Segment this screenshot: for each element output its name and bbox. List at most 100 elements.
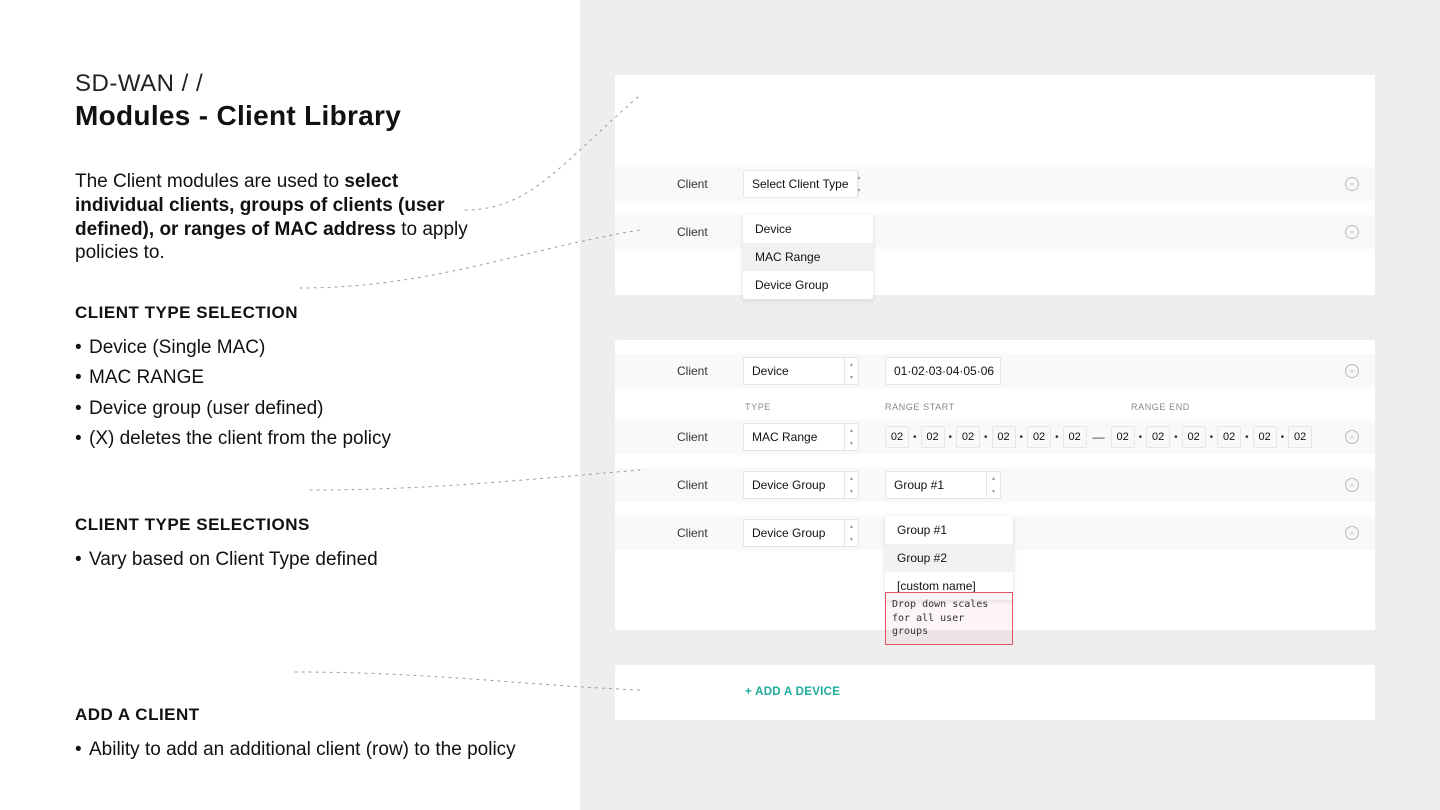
client-type-select[interactable]: Device Group ▴▾ bbox=[743, 471, 859, 499]
column-header-range-end: RANGE END bbox=[1131, 402, 1190, 412]
dot-sep: • bbox=[1245, 432, 1249, 443]
delete-client-button[interactable] bbox=[1345, 478, 1359, 492]
client-type-dropdown[interactable]: Device MAC Range Device Group bbox=[743, 215, 873, 299]
mac-octet-input[interactable]: 02 bbox=[1063, 426, 1087, 448]
chevron-up-icon: ▴ bbox=[845, 424, 858, 437]
section-heading-add-client: ADD A CLIENT bbox=[75, 705, 540, 725]
dot-sep: • bbox=[913, 432, 917, 443]
chevron-up-icon: ▴ bbox=[987, 472, 1000, 485]
mac-octet-input[interactable]: 02 bbox=[1146, 426, 1170, 448]
field-label: Client bbox=[615, 225, 735, 239]
intro-text: The Client modules are used to select in… bbox=[75, 170, 475, 265]
list-item: Ability to add an additional client (row… bbox=[75, 735, 540, 765]
dot-sep: • bbox=[1139, 432, 1143, 443]
column-header-range-start: RANGE START bbox=[885, 402, 955, 412]
chevron-down-icon: ▾ bbox=[987, 485, 1000, 498]
type-selections-list: Vary based on Client Type defined bbox=[75, 545, 540, 575]
field-label: Client bbox=[615, 364, 735, 378]
mac-octet-input[interactable]: 02 bbox=[1027, 426, 1051, 448]
mac-input[interactable]: 01·02·03·04·05·06 bbox=[885, 357, 1001, 385]
field-label: Client bbox=[615, 526, 735, 540]
page-title: Modules - Client Library bbox=[75, 100, 540, 132]
chevron-up-icon: ▴ bbox=[845, 520, 858, 533]
dropdown-item[interactable]: Device Group bbox=[743, 271, 873, 299]
annotation-note: Drop down scales for all user groups bbox=[885, 592, 1013, 645]
client-row: Client Select Client Type ▴▾ bbox=[615, 167, 1375, 201]
field-label: Client bbox=[615, 430, 735, 444]
dropdown-item[interactable]: Device bbox=[743, 215, 873, 243]
group-dropdown[interactable]: Group #1 Group #2 [custom name] bbox=[885, 516, 1013, 600]
group-select[interactable]: Group #1 ▴▾ bbox=[885, 471, 1001, 499]
chevron-down-icon: ▾ bbox=[845, 437, 858, 450]
dot-sep: • bbox=[1174, 432, 1178, 443]
panel-client-type-selection: Client Select Client Type ▴▾ Client Devi… bbox=[615, 75, 1375, 295]
type-selection-list: Device (Single MAC) MAC RANGE Device gro… bbox=[75, 333, 540, 455]
client-row-mac-range: Client MAC Range ▴▾ 02• 02• 02• 02• 02• … bbox=[615, 420, 1375, 454]
panel-client-type-examples: Client Device ▴▾ 01·02·03·04·05·06 TYPE … bbox=[615, 340, 1375, 630]
mac-octet-input[interactable]: 02 bbox=[1111, 426, 1135, 448]
intro-pre: The Client modules are used to bbox=[75, 171, 344, 192]
add-client-list: Ability to add an additional client (row… bbox=[75, 735, 540, 765]
mac-range-start-group: 02• 02• 02• 02• 02• 02 — 02• 02• 02• 02•… bbox=[885, 426, 1312, 448]
dot-sep: • bbox=[1210, 432, 1214, 443]
range-separator: — bbox=[1093, 430, 1105, 444]
dot-sep: • bbox=[949, 432, 953, 443]
client-type-select[interactable]: Select Client Type ▴▾ bbox=[743, 170, 859, 198]
client-type-select[interactable]: Device ▴▾ bbox=[743, 357, 859, 385]
add-device-button[interactable]: + ADD A DEVICE bbox=[745, 686, 840, 698]
dropdown-item[interactable]: MAC Range bbox=[743, 243, 873, 271]
chevron-up-icon: ▴ bbox=[845, 358, 858, 371]
mac-octet-input[interactable]: 02 bbox=[1217, 426, 1241, 448]
mac-octet-input[interactable]: 02 bbox=[1182, 426, 1206, 448]
mac-octet-input[interactable]: 02 bbox=[1288, 426, 1312, 448]
column-header-type: TYPE bbox=[745, 402, 771, 412]
select-value: Group #1 bbox=[886, 478, 986, 492]
client-row: Client Device MAC Range Device Group bbox=[615, 215, 1375, 249]
select-stepper[interactable]: ▴▾ bbox=[844, 472, 858, 498]
chevron-up-icon: ▴ bbox=[858, 171, 861, 184]
field-label: Client bbox=[615, 177, 735, 191]
dropdown-item[interactable]: Group #1 bbox=[885, 516, 1013, 544]
dropdown-item[interactable]: Group #2 bbox=[885, 544, 1013, 572]
select-stepper[interactable]: ▴▾ bbox=[844, 520, 858, 546]
select-stepper[interactable]: ▴▾ bbox=[844, 358, 858, 384]
select-value: Select Client Type bbox=[744, 177, 857, 191]
delete-client-button[interactable] bbox=[1345, 177, 1359, 191]
list-item: Device (Single MAC) bbox=[75, 333, 540, 363]
client-row-device: Client Device ▴▾ 01·02·03·04·05·06 bbox=[615, 354, 1375, 388]
delete-client-button[interactable] bbox=[1345, 364, 1359, 378]
add-client-row: + ADD A DEVICE bbox=[615, 675, 1375, 709]
mac-octet-input[interactable]: 02 bbox=[1253, 426, 1277, 448]
delete-client-button[interactable] bbox=[1345, 430, 1359, 444]
dot-sep: • bbox=[1020, 432, 1024, 443]
dot-sep: • bbox=[984, 432, 988, 443]
delete-client-button[interactable] bbox=[1345, 526, 1359, 540]
select-stepper[interactable]: ▴▾ bbox=[844, 424, 858, 450]
field-label: Client bbox=[615, 478, 735, 492]
chevron-up-icon: ▴ bbox=[845, 472, 858, 485]
panel-add-client: + ADD A DEVICE bbox=[615, 665, 1375, 720]
list-item: (X) deletes the client from the policy bbox=[75, 424, 540, 454]
list-item: Vary based on Client Type defined bbox=[75, 545, 540, 575]
chevron-down-icon: ▾ bbox=[845, 485, 858, 498]
select-value: Device bbox=[744, 364, 844, 378]
delete-client-button[interactable] bbox=[1345, 225, 1359, 239]
mac-octet-input[interactable]: 02 bbox=[956, 426, 980, 448]
select-value: Device Group bbox=[744, 478, 844, 492]
mac-octet-input[interactable]: 02 bbox=[992, 426, 1016, 448]
dot-sep: • bbox=[1281, 432, 1285, 443]
section-heading-type-selection: CLIENT TYPE SELECTION bbox=[75, 303, 540, 323]
section-heading-type-selections: CLIENT TYPE SELECTIONS bbox=[75, 515, 540, 535]
list-item: MAC RANGE bbox=[75, 363, 540, 393]
select-value: MAC Range bbox=[744, 430, 844, 444]
chevron-down-icon: ▾ bbox=[845, 533, 858, 546]
client-type-select[interactable]: Device Group ▴▾ bbox=[743, 519, 859, 547]
client-type-select[interactable]: MAC Range ▴▾ bbox=[743, 423, 859, 451]
mac-octet-input[interactable]: 02 bbox=[921, 426, 945, 448]
client-row-device-group: Client Device Group ▴▾ Group #1 ▴▾ bbox=[615, 468, 1375, 502]
mac-octet-input[interactable]: 02 bbox=[885, 426, 909, 448]
select-stepper[interactable]: ▴▾ bbox=[986, 472, 1000, 498]
chevron-down-icon: ▾ bbox=[858, 184, 861, 197]
list-item: Device group (user defined) bbox=[75, 394, 540, 424]
select-stepper[interactable]: ▴▾ bbox=[857, 171, 861, 197]
